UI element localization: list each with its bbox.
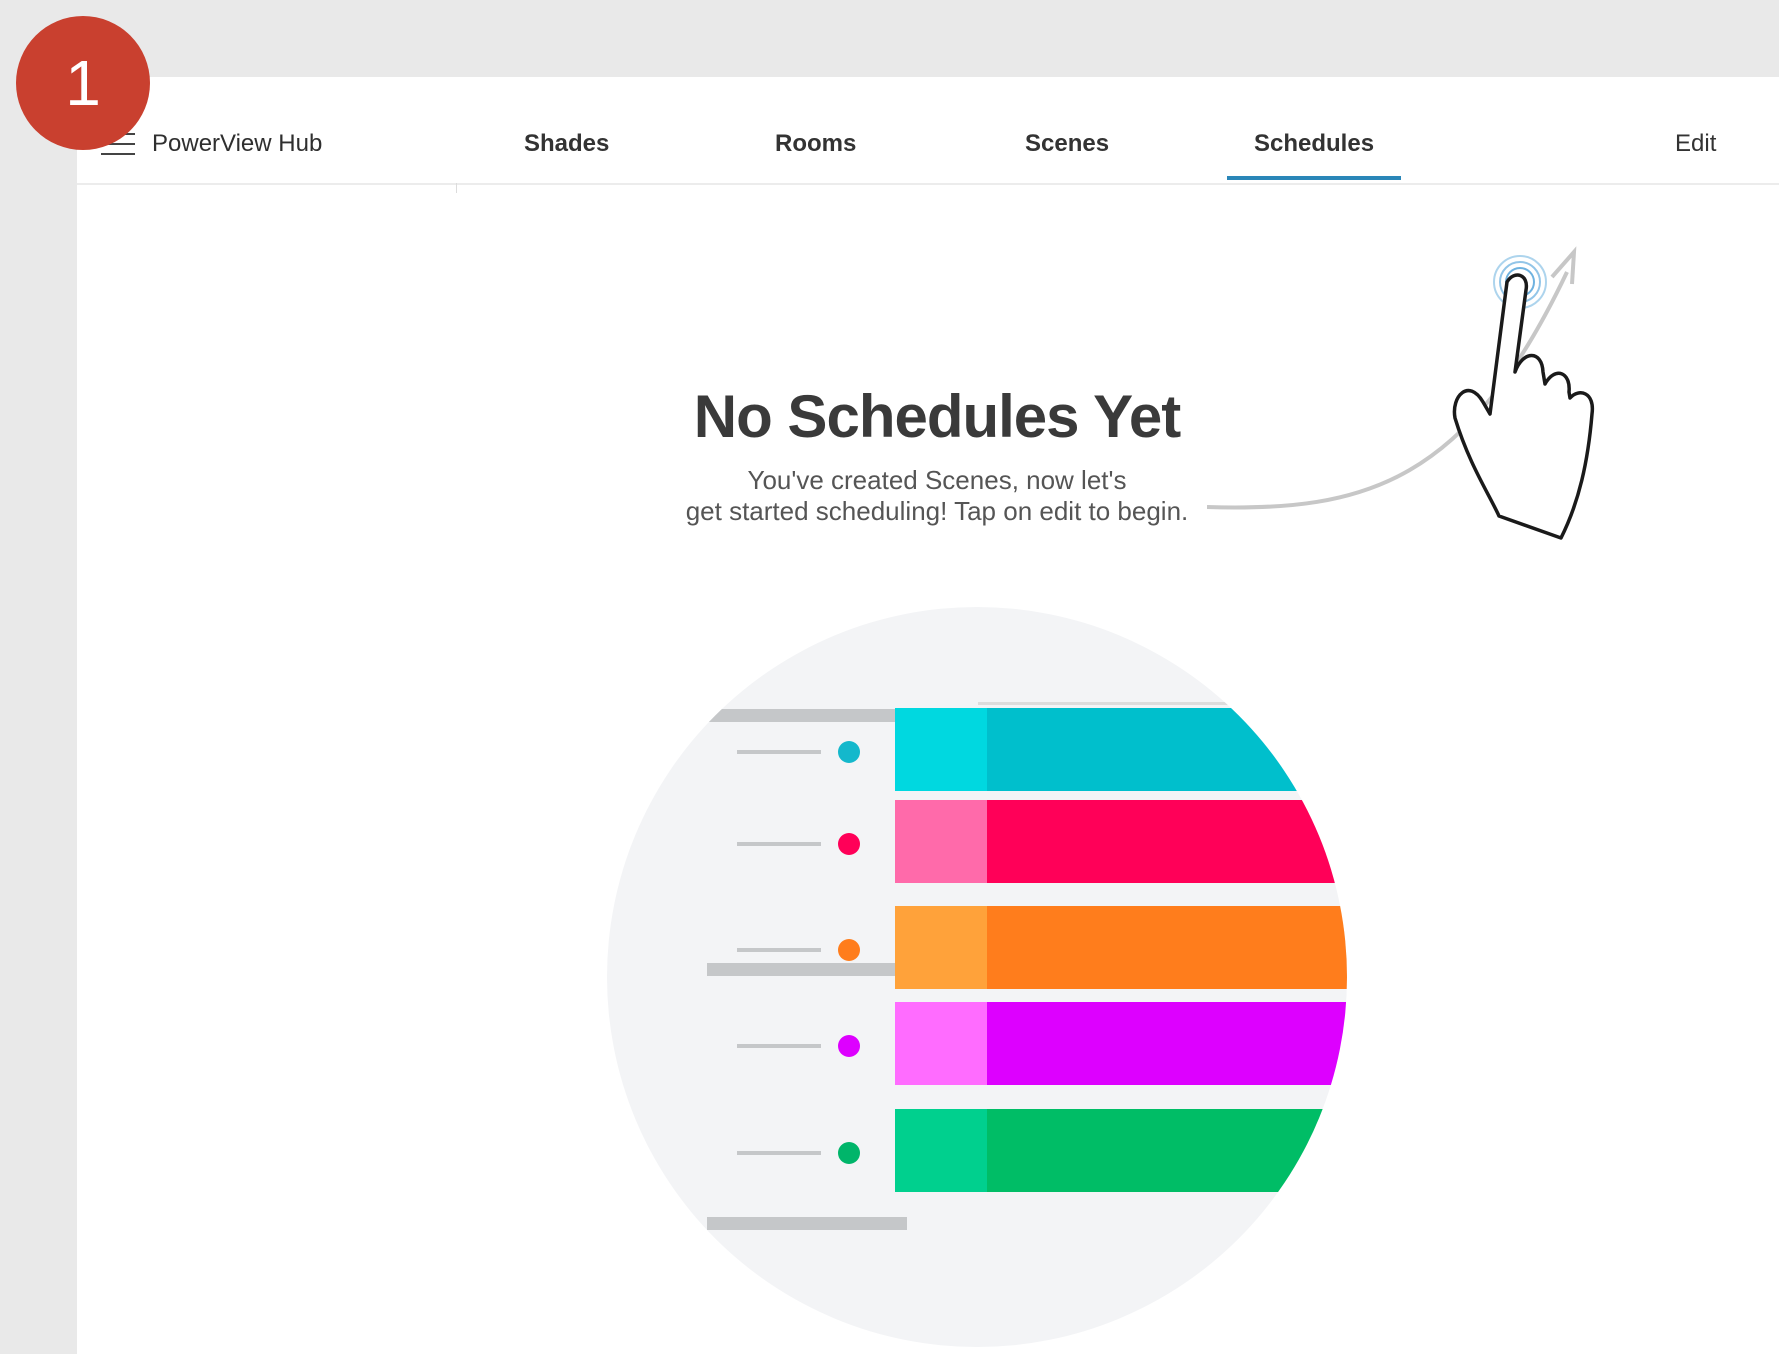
- row-bar-light: [895, 800, 987, 883]
- group-header-line: [707, 963, 907, 976]
- tab-schedules[interactable]: Schedules: [1226, 130, 1402, 180]
- step-number-badge: 1: [16, 16, 150, 150]
- row-label-line: [737, 842, 821, 846]
- row-color-dot: [838, 1142, 860, 1164]
- row-bar-dark: [987, 906, 1347, 989]
- tab-scenes[interactable]: Scenes: [1025, 130, 1109, 158]
- illustration-top-line: [978, 702, 1347, 705]
- row-label-line: [737, 1151, 821, 1155]
- row-bar-light: [895, 1002, 987, 1085]
- tap-gesture-illustration: [1207, 246, 1595, 540]
- schedule-illustration: [607, 607, 1347, 1347]
- tap-gesture-hand-icon: [1452, 273, 1595, 540]
- row-bar-dark: [987, 1109, 1347, 1192]
- row-label-line: [737, 948, 821, 952]
- tab-rooms[interactable]: Rooms: [775, 130, 856, 158]
- row-color-dot: [838, 833, 860, 855]
- row-bar-light: [895, 906, 987, 989]
- row-bar-light: [895, 1109, 987, 1192]
- row-label-line: [737, 750, 821, 754]
- row-color-dot: [838, 939, 860, 961]
- hub-title[interactable]: PowerView Hub: [152, 130, 322, 158]
- row-bar-dark: [987, 800, 1347, 883]
- row-color-dot: [838, 1035, 860, 1057]
- top-navbar: PowerView Hub Shades Rooms Scenes Schedu…: [77, 77, 1779, 185]
- row-bar-dark: [987, 1002, 1347, 1085]
- app-screen: PowerView Hub Shades Rooms Scenes Schedu…: [77, 77, 1779, 1354]
- row-bar-dark: [987, 708, 1347, 791]
- edit-button[interactable]: Edit: [1675, 130, 1716, 158]
- row-color-dot: [838, 741, 860, 763]
- row-label-line: [737, 1044, 821, 1048]
- row-bar-light: [895, 708, 987, 791]
- nav-divider: [456, 183, 457, 193]
- tab-shades[interactable]: Shades: [524, 130, 609, 158]
- group-header-line: [707, 709, 907, 722]
- group-header-line: [707, 1217, 907, 1230]
